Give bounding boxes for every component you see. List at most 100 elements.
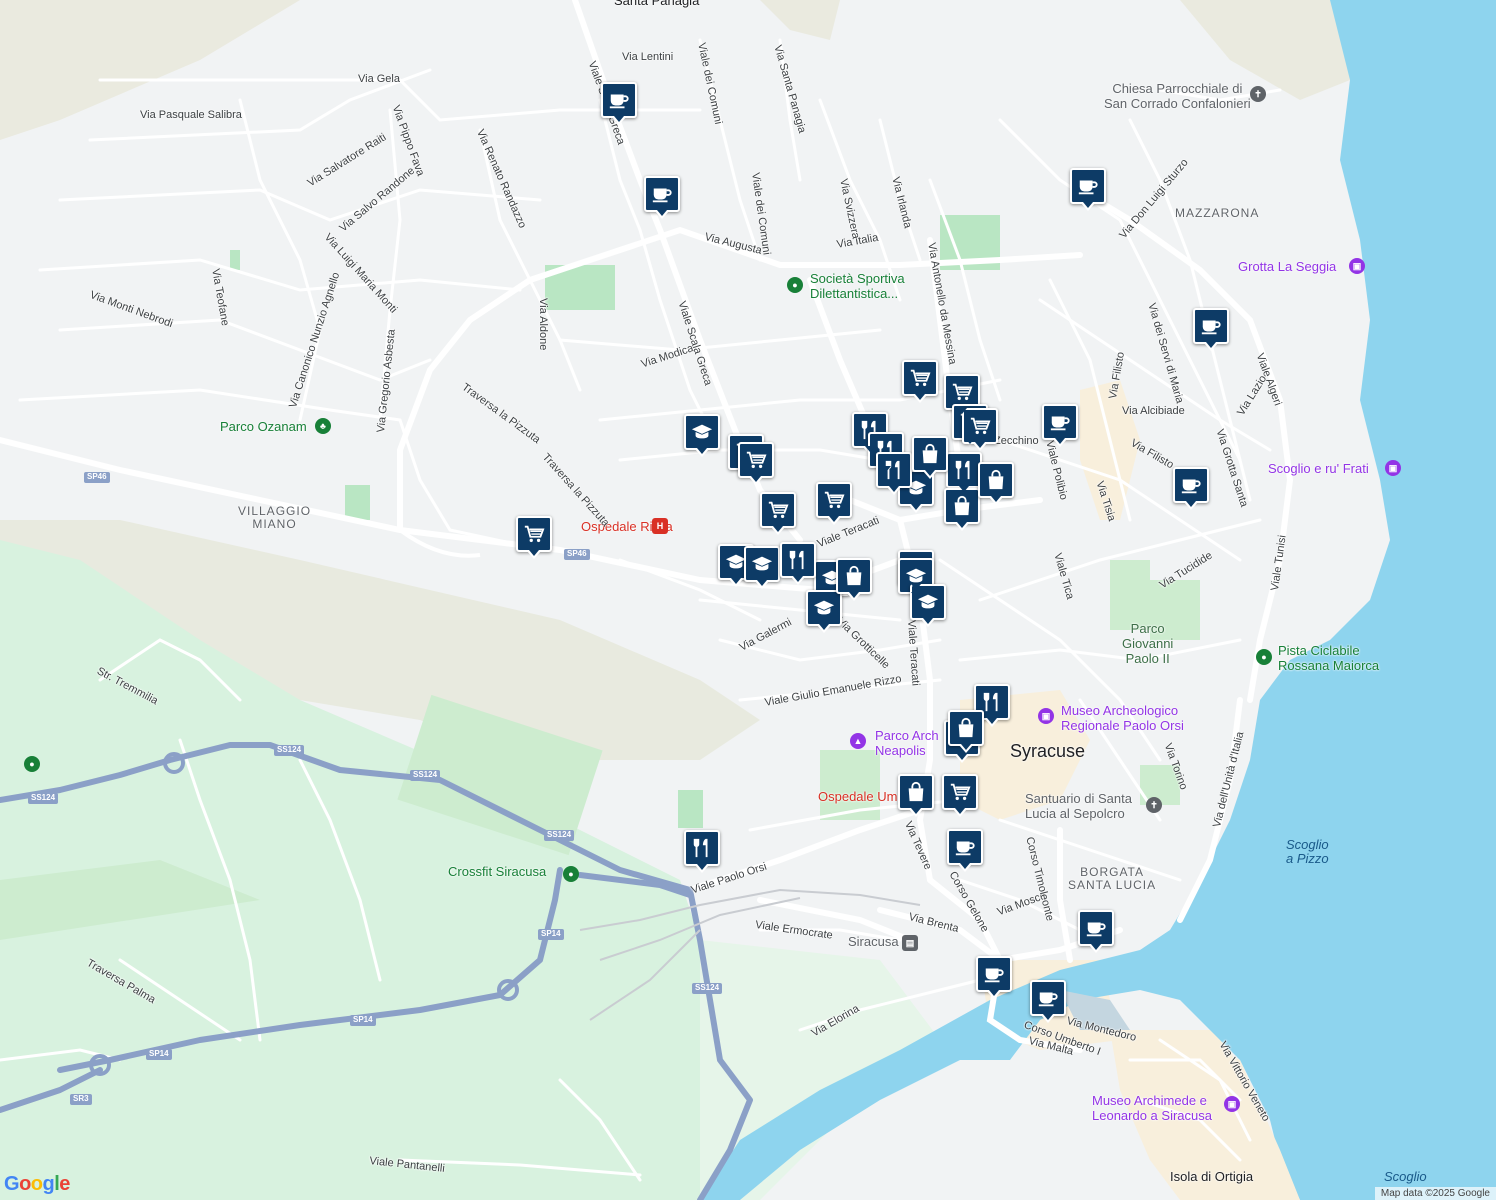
poi-stazione-siracusa[interactable]: Siracusa: [848, 934, 899, 950]
school-marker[interactable]: [744, 546, 780, 582]
street-label: Zecchino: [994, 435, 1039, 447]
restaurant-marker[interactable]: [946, 452, 982, 488]
church-icon[interactable]: ✝: [1146, 797, 1162, 813]
cycling-icon[interactable]: ●: [1256, 649, 1272, 665]
grocery-marker[interactable]: [942, 774, 978, 810]
poi-santuario-santa-lucia[interactable]: Santuario di Santa Lucia al Sepolcro: [1025, 791, 1132, 822]
school-marker[interactable]: [684, 414, 720, 450]
place-icon[interactable]: ●: [24, 756, 40, 772]
cafe-marker[interactable]: [1030, 980, 1066, 1016]
map-attribution: Map data ©2025 Google: [1374, 1187, 1496, 1200]
street-label: Via Pasquale Salibra: [140, 109, 242, 121]
road-shield: SP14: [146, 1049, 172, 1060]
road-shield: SP46: [564, 549, 590, 560]
place-label-santa-panagia: Santa Panagia: [614, 0, 700, 8]
poi-crossfit-siracusa[interactable]: Crossfit Siracusa: [448, 864, 546, 880]
road-shield: SS124: [28, 793, 59, 804]
hospital-icon[interactable]: H: [652, 518, 668, 534]
grocery-icon: [951, 381, 973, 403]
poi-chiesa-san-corrado[interactable]: Chiesa Parrocchiale di San Corrado Confa…: [1104, 81, 1251, 112]
poi-label: Pista Ciclabile Rossana Maiorca: [1278, 643, 1380, 673]
road-shield: SS124: [410, 770, 441, 781]
grocery-marker[interactable]: [760, 492, 796, 528]
poi-scoglio-e-ru-frati[interactable]: Scoglio e ru' Frati: [1268, 461, 1369, 477]
cafe-marker[interactable]: [1193, 308, 1229, 344]
water-label-scoglio-a-pizzo: Scoglio a Pizzo: [1286, 837, 1329, 867]
museum-icon[interactable]: ▲: [850, 733, 866, 749]
poi-label: Parco Giovanni Paolo II: [1122, 621, 1174, 666]
google-logo: Google: [4, 1173, 70, 1195]
place-label-syracuse: Syracuse: [1010, 741, 1086, 761]
grocery-icon: [949, 781, 971, 803]
poi-label: Siracusa: [848, 934, 899, 949]
poi-pista-ciclabile[interactable]: Pista Ciclabile Rossana Maiorca: [1278, 643, 1380, 674]
poi-museo-archimede[interactable]: Museo Archimede e Leonardo a Siracusa: [1092, 1093, 1212, 1124]
poi-label: Ospedale Um: [818, 789, 898, 804]
shopping-marker[interactable]: [836, 558, 872, 594]
restaurant-icon: [691, 837, 713, 859]
shopping-marker[interactable]: [898, 774, 934, 810]
park-icon[interactable]: ♣: [315, 418, 331, 434]
grocery-icon: [767, 499, 789, 521]
museum-icon[interactable]: ▣: [1385, 460, 1401, 476]
cafe-marker[interactable]: [1173, 467, 1209, 503]
cafe-marker[interactable]: [601, 82, 637, 118]
poi-label: Santuario di Santa Lucia al Sepolcro: [1025, 791, 1132, 821]
restaurant-icon: [787, 549, 809, 571]
poi-societa-sportiva[interactable]: Società Sportiva Dilettantistica...: [810, 271, 905, 302]
shopping-icon: [919, 443, 941, 465]
cafe-icon: [954, 836, 976, 858]
place-label-borgata-santa-lucia: BORGATA SANTA LUCIA: [1068, 865, 1157, 893]
cafe-marker[interactable]: [947, 829, 983, 865]
poi-ospedale-umberto[interactable]: Ospedale Um: [818, 789, 898, 805]
poi-label: Chiesa Parrocchiale di San Corrado Confa…: [1104, 81, 1251, 111]
shopping-marker[interactable]: [978, 462, 1014, 498]
poi-parco-neapolis[interactable]: Parco Arch Neapolis: [875, 728, 939, 759]
place-label-villaggio-miano: VILLAGGIO MIANO: [238, 504, 312, 532]
grocery-icon: [523, 523, 545, 545]
train-station-icon[interactable]: ▤: [902, 935, 918, 951]
gym-icon[interactable]: ●: [563, 866, 579, 882]
cafe-icon: [651, 183, 673, 205]
restaurant-marker[interactable]: [780, 542, 816, 578]
grocery-marker[interactable]: [902, 360, 938, 396]
poi-label: Società Sportiva Dilettantistica...: [810, 271, 905, 301]
poi-parco-giovanni-paolo[interactable]: Parco Giovanni Paolo II: [1122, 621, 1174, 667]
poi-label: Museo Archimede e Leonardo a Siracusa: [1092, 1093, 1212, 1123]
restaurant-marker[interactable]: [684, 830, 720, 866]
cafe-icon: [1085, 917, 1107, 939]
grocery-marker[interactable]: [516, 516, 552, 552]
poi-label: Parco Arch Neapolis: [875, 728, 939, 758]
cafe-icon: [1200, 315, 1222, 337]
road-shield: SS124: [692, 983, 723, 994]
poi-parco-ozanam[interactable]: Parco Ozanam: [220, 419, 307, 435]
street-label: Via Lentini: [622, 51, 674, 63]
cafe-marker[interactable]: [1070, 168, 1106, 204]
restaurant-icon: [953, 459, 975, 481]
road-shield: SS124: [274, 745, 305, 756]
shopping-icon: [955, 717, 977, 739]
map-canvas[interactable]: [0, 0, 1496, 1200]
shopping-marker[interactable]: [948, 710, 984, 746]
cafe-marker[interactable]: [644, 176, 680, 212]
cafe-marker[interactable]: [976, 956, 1012, 992]
shopping-icon: [951, 495, 973, 517]
church-icon[interactable]: ✝: [1250, 86, 1266, 102]
water-label-scoglio: Scoglio: [1384, 1169, 1427, 1184]
restaurant-icon: [981, 691, 1003, 713]
poi-museo-archeologico[interactable]: Museo Archeologico Regionale Paolo Orsi: [1061, 703, 1184, 734]
shopping-marker[interactable]: [912, 436, 948, 472]
poi-grotta-la-seggia[interactable]: Grotta La Seggia: [1238, 259, 1336, 275]
museum-icon[interactable]: ▣: [1038, 708, 1054, 724]
cafe-marker[interactable]: [1042, 404, 1078, 440]
museum-icon[interactable]: ▣: [1349, 258, 1365, 274]
poi-label: Museo Archeologico Regionale Paolo Orsi: [1061, 703, 1184, 733]
shopping-marker[interactable]: [944, 488, 980, 524]
street-label: Via Gela: [358, 73, 400, 85]
place-label-isola-di-ortigia: Isola di Ortigia: [1170, 1169, 1254, 1184]
grocery-marker[interactable]: [816, 482, 852, 518]
road-shield: SS124: [544, 830, 575, 841]
cafe-marker[interactable]: [1078, 910, 1114, 946]
museum-icon[interactable]: ▣: [1224, 1096, 1240, 1112]
sports-icon[interactable]: ●: [787, 277, 803, 293]
